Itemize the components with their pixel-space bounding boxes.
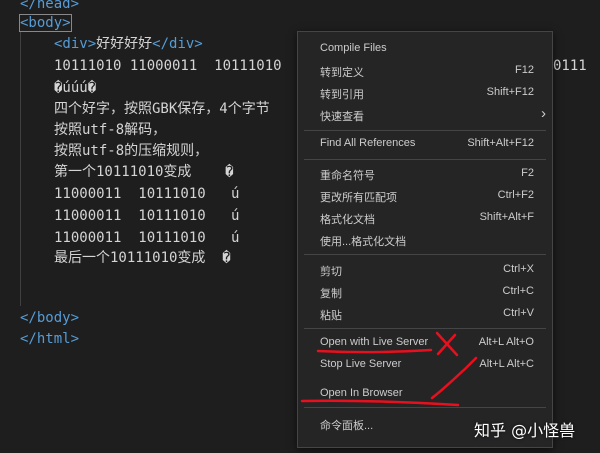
chevron-right-icon: › xyxy=(541,105,546,122)
code-line-bits-3: 11000011 10111010 ú xyxy=(54,230,240,246)
menu-item-stop-live-server[interactable]: Stop Live Server Alt+L Alt+C xyxy=(298,354,552,376)
menu-separator xyxy=(304,130,546,131)
menu-item-rename-symbol[interactable]: 重命名符号 F2 xyxy=(298,163,552,185)
menu-item-change-all-occurrences[interactable]: 更改所有匹配项 Ctrl+F2 xyxy=(298,185,552,207)
menu-item-format-document-with[interactable]: 使用...格式化文档 xyxy=(298,229,552,251)
menu-separator xyxy=(304,159,546,160)
code-line-bits-1: 11000011 10111010 ú xyxy=(54,186,240,202)
code-line-div: <div>好好好好</div> xyxy=(54,36,203,52)
menu-item-cut[interactable]: 剪切 Ctrl+X xyxy=(298,259,552,281)
menu-item-open-with-live-server[interactable]: Open with Live Server Alt+L Alt+O xyxy=(298,332,552,354)
menu-item-compile-files[interactable]: Compile Files xyxy=(298,38,552,60)
menu-item-find-all-references[interactable]: Find All References Shift+Alt+F12 xyxy=(298,133,552,155)
code-line-body-close: </body> xyxy=(20,310,80,326)
code-line-bits: 10111010 11000011 10111010 xyxy=(54,58,282,74)
code-line-bits-2: 11000011 10111010 ú xyxy=(54,208,240,224)
code-line-html-close: </html> xyxy=(20,331,80,347)
code-line-text-2: 按照utf-8解码， xyxy=(54,122,167,138)
code-line-text-3: 按照utf-8的压缩规则， xyxy=(54,143,209,159)
menu-separator xyxy=(304,254,546,255)
menu-item-open-in-browser[interactable]: Open In Browser xyxy=(298,383,552,405)
menu-item-copy[interactable]: 复制 Ctrl+C xyxy=(298,281,552,303)
menu-separator xyxy=(304,328,546,329)
code-line-body-open: <body> xyxy=(19,14,72,32)
menu-item-go-to-references[interactable]: 转到引用 Shift+F12 xyxy=(298,82,552,104)
code-line-text-4: 第一个10111010变成 � xyxy=(54,164,234,180)
code-line-text-1: 四个好字，按照GBK保存，4个字节 xyxy=(54,101,270,117)
code-line-text-5: 最后一个10111010变成 � xyxy=(54,250,231,266)
code-line-bits-clipped: 0111 xyxy=(553,58,587,74)
context-menu: Compile Files 转到定义 F12 转到引用 Shift+F12 快速查看… xyxy=(297,31,553,448)
watermark: 知乎 @小怪兽 xyxy=(474,421,576,440)
menu-separator xyxy=(304,407,546,408)
menu-item-paste[interactable]: 粘贴 Ctrl+V xyxy=(298,303,552,325)
menu-item-format-document[interactable]: 格式化文档 Shift+Alt+F xyxy=(298,207,552,229)
menu-item-go-to-definition[interactable]: 转到定义 F12 xyxy=(298,60,552,82)
menu-item-peek[interactable]: 快速查看 › xyxy=(298,104,552,126)
code-line-garbled: �úúú� xyxy=(54,80,97,96)
indent-guide xyxy=(20,32,21,306)
